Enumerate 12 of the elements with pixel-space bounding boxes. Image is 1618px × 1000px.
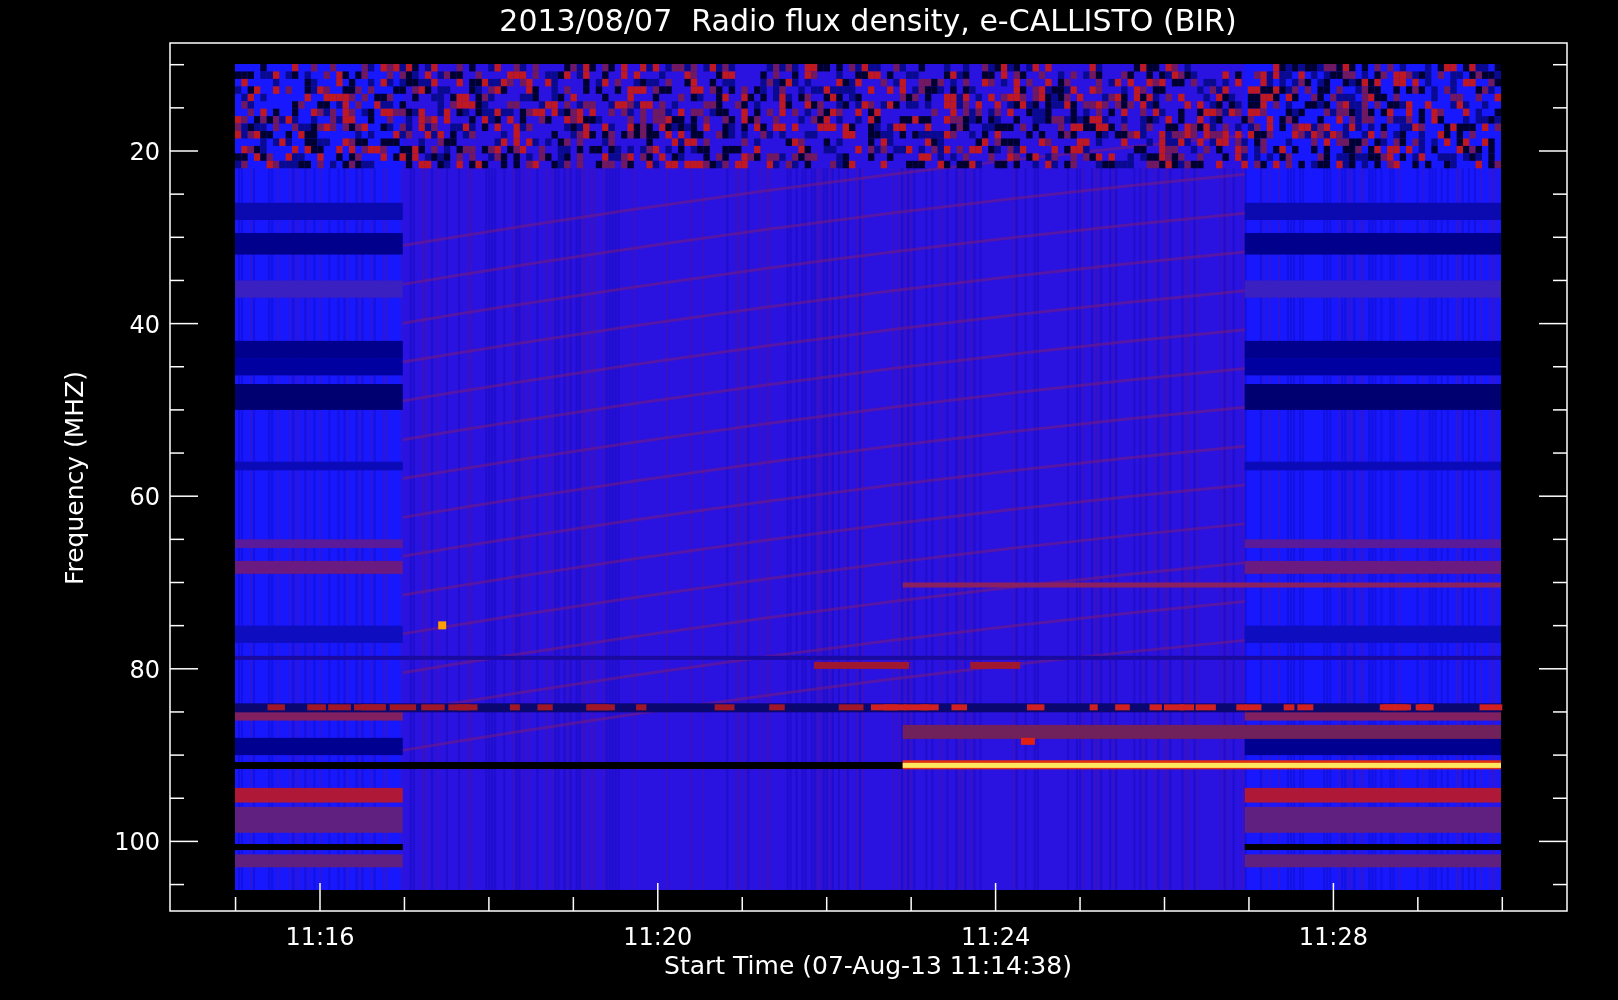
x-tick-label: 11:16	[285, 923, 355, 951]
chart-title: 2013/08/07 Radio flux density, e-CALLISTO (BIR)	[499, 3, 1237, 38]
y-axis-label: Frequency (MHZ)	[60, 370, 89, 586]
x-tick-label: 11:20	[623, 923, 693, 951]
y-tick-label: 40	[129, 310, 160, 339]
y-tick-label: 100	[114, 828, 160, 857]
x-axis-label: Start Time (07-Aug-13 11:14:38)	[664, 951, 1072, 980]
y-tick-label: 20	[129, 138, 160, 166]
y-tick-label: 80	[129, 655, 160, 684]
x-tick-label: 11:24	[961, 923, 1031, 951]
y-tick-label: 60	[129, 483, 160, 512]
x-tick-label: 11:28	[1298, 923, 1368, 951]
